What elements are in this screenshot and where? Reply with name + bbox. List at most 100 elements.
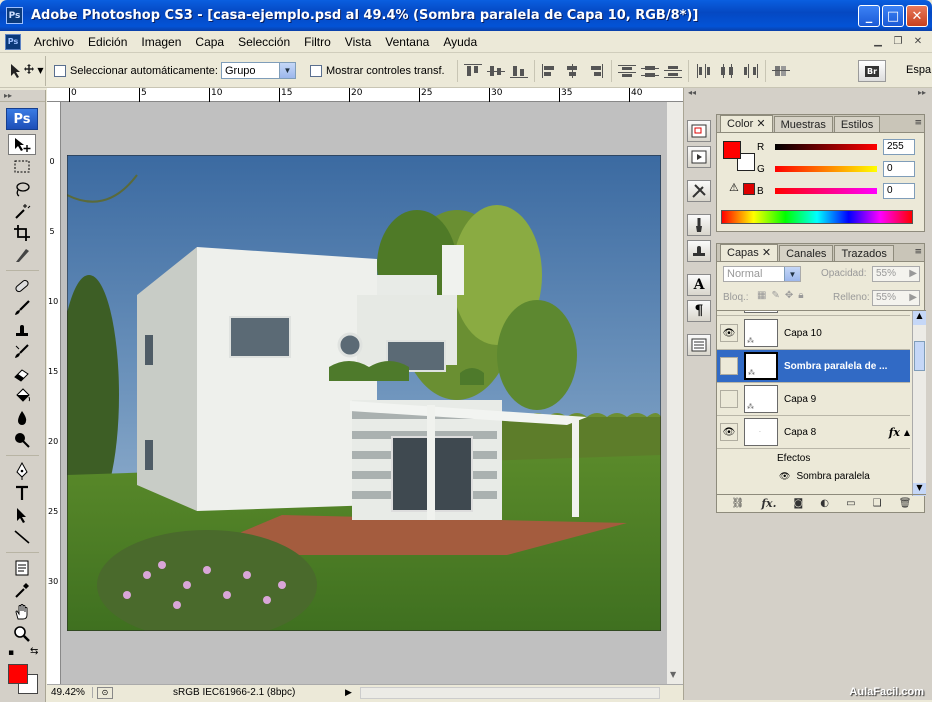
menu-filtro[interactable]: Filtro	[297, 31, 338, 53]
effect-eye-icon[interactable]: 👁︎	[779, 471, 790, 482]
bridge-button[interactable]: Br	[858, 60, 886, 82]
brush-tool[interactable]	[8, 297, 36, 318]
new-layer-icon[interactable]: ❑	[873, 498, 882, 509]
eraser-tool[interactable]	[8, 363, 36, 384]
layer-name[interactable]: Capa 8	[784, 427, 816, 438]
tool-presets-dock-button[interactable]	[687, 180, 711, 202]
auto-select-checkbox[interactable]	[54, 64, 66, 77]
clone-source-dock-button[interactable]	[687, 240, 711, 262]
distribute-bottom-icon[interactable]	[663, 64, 682, 78]
gradient-tool[interactable]	[8, 385, 36, 406]
document-icon[interactable]: Ps	[5, 33, 21, 50]
align-bottom-icon[interactable]	[509, 64, 528, 78]
status-menu-arrow-icon[interactable]: ▶	[345, 687, 352, 698]
distribute-top-icon[interactable]	[617, 64, 636, 78]
photoshop-logo[interactable]: Ps	[6, 108, 38, 130]
delete-layer-icon[interactable]: 🗑︎	[899, 498, 912, 509]
actions-dock-button[interactable]	[687, 146, 711, 168]
history-brush-tool[interactable]	[8, 341, 36, 362]
lock-transparency-icon[interactable]: ▦	[757, 290, 766, 301]
tab-color[interactable]: Color ✕	[720, 115, 773, 132]
scroll-up-icon[interactable]: ▲	[913, 311, 926, 325]
layer-row[interactable]: 👁︎ · Capa 8 fx ▲	[717, 416, 910, 449]
b-value-field[interactable]: 0	[883, 183, 915, 199]
line-tool[interactable]	[8, 526, 36, 547]
tab-estilos[interactable]: Estilos	[833, 116, 881, 132]
tab-close-icon[interactable]: ✕	[762, 247, 771, 259]
notes-tool[interactable]	[8, 557, 36, 578]
layer-name[interactable]: Sombra paralela de ...	[784, 361, 887, 372]
eyedropper-tool[interactable]	[8, 579, 36, 600]
add-style-icon[interactable]: fx.	[761, 497, 776, 510]
zoom-field[interactable]: 49.42%	[47, 687, 93, 698]
menu-seleccion[interactable]: Selección	[231, 31, 297, 53]
menu-ayuda[interactable]: Ayuda	[436, 31, 484, 53]
canvas-pasteboard[interactable]	[61, 102, 667, 686]
panel-menu-icon[interactable]: ≡	[914, 247, 922, 257]
lock-pixels-icon[interactable]: ✎	[771, 290, 779, 301]
blur-tool[interactable]	[8, 407, 36, 428]
minimize-button[interactable]: _	[858, 5, 880, 27]
align-top-icon[interactable]	[463, 63, 482, 78]
layer-row-selected[interactable]: ⁂ Sombra paralela de ...	[717, 350, 910, 383]
maximize-button[interactable]: □	[882, 5, 904, 27]
color-spectrum-bar[interactable]	[721, 210, 913, 224]
type-tool[interactable]	[8, 482, 36, 503]
distribute-hcenter-icon[interactable]	[718, 63, 736, 78]
align-hcenter-icon[interactable]	[564, 63, 582, 78]
visibility-toggle[interactable]	[720, 357, 738, 375]
layers-scrollbar[interactable]: ▲ ▼	[912, 311, 926, 496]
magic-wand-tool[interactable]	[8, 200, 36, 221]
doc-close-icon[interactable]: ✕	[910, 34, 926, 48]
dodge-tool[interactable]	[8, 429, 36, 450]
effect-item[interactable]: 👁︎ Sombra paralela	[779, 471, 870, 482]
move-tool[interactable]	[8, 134, 36, 155]
r-slider[interactable]	[775, 144, 877, 150]
slice-tool[interactable]	[8, 244, 36, 265]
pen-tool[interactable]	[8, 460, 36, 481]
effects-label[interactable]: Efectos	[777, 453, 810, 464]
blend-mode-dropdown[interactable]: Normal ▼	[723, 266, 801, 282]
horizontal-scrollbar[interactable]	[359, 686, 660, 699]
visibility-toggle[interactable]: 👁︎	[720, 324, 738, 342]
fill-field[interactable]: 55% ▶	[872, 290, 920, 306]
r-value-field[interactable]: 255	[883, 139, 915, 155]
menu-archivo[interactable]: Archivo	[27, 31, 81, 53]
ruler-horizontal[interactable]: 0 5 10 15 20 25 30 35 40	[47, 88, 683, 102]
marquee-tool[interactable]	[8, 156, 36, 177]
hand-tool[interactable]	[8, 601, 36, 622]
ruler-vertical[interactable]: 0 5 10 15 20 25 30	[47, 102, 61, 686]
b-slider[interactable]	[775, 188, 877, 194]
lasso-tool[interactable]	[8, 178, 36, 199]
scroll-down-icon[interactable]: ▼	[670, 670, 676, 679]
show-transform-checkbox[interactable]	[309, 64, 322, 77]
doc-restore-icon[interactable]: ❐	[890, 34, 906, 48]
clone-stamp-tool[interactable]	[8, 319, 36, 340]
panel-menu-icon[interactable]: ≡	[914, 118, 922, 128]
menu-capa[interactable]: Capa	[188, 31, 231, 53]
lock-all-icon[interactable]: 🔒︎	[798, 290, 803, 301]
house-render-image[interactable]	[67, 155, 661, 631]
foreground-color-swatch[interactable]	[8, 664, 28, 684]
distribute-left-icon[interactable]	[695, 63, 713, 78]
scroll-thumb[interactable]	[914, 341, 925, 371]
distribute-vcenter-icon[interactable]	[640, 64, 659, 78]
align-left-icon[interactable]	[541, 63, 559, 78]
g-slider[interactable]	[775, 166, 877, 172]
default-colors-icon[interactable]: ▪	[8, 648, 14, 658]
close-button[interactable]: ✕	[906, 5, 928, 27]
healing-brush-tool[interactable]	[8, 275, 36, 296]
brushes-dock-button[interactable]	[687, 214, 711, 236]
paragraph-dock-button[interactable]: ¶	[687, 300, 711, 322]
layer-row-partial[interactable]	[717, 311, 910, 316]
tool-preset-picker[interactable]: ▼	[6, 55, 46, 86]
toolbox-grip[interactable]: ▸▸	[0, 90, 45, 102]
lock-position-icon[interactable]: ✥	[785, 290, 793, 301]
align-right-icon[interactable]	[587, 63, 605, 78]
workspace-menu[interactable]: Espa	[906, 64, 931, 76]
tab-trazados[interactable]: Trazados	[834, 245, 894, 261]
swap-colors-icon[interactable]: ⇆	[30, 646, 38, 657]
auto-align-layers-icon[interactable]	[771, 64, 790, 78]
vertical-scrollbar[interactable]: ▼	[667, 102, 683, 686]
status-info-icon[interactable]: ⊙	[97, 686, 113, 699]
